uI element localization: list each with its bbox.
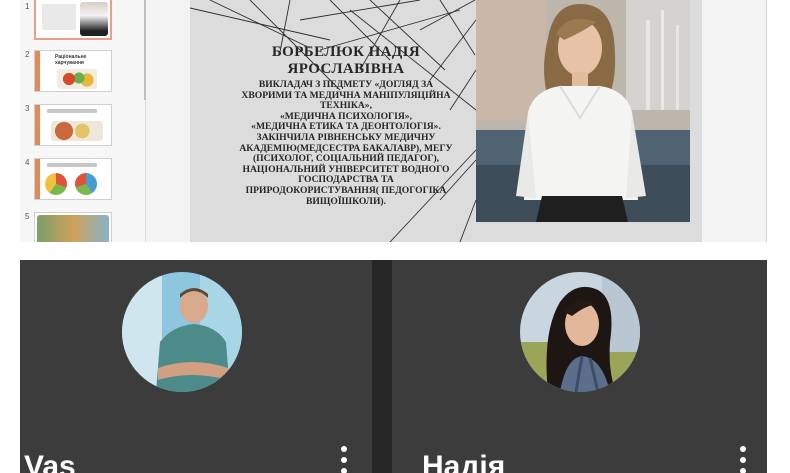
- slide-thumbnail-4[interactable]: 4: [20, 156, 146, 208]
- slide-thumbnail-3[interactable]: 3: [20, 102, 146, 154]
- thumbnail-title-line: [47, 163, 97, 167]
- thumbnail-accent-bar: [35, 51, 40, 91]
- participant-tile-nadia[interactable]: Надія: [392, 260, 767, 473]
- slide-title: БОРБЕЛЮК НАДІЯ ЯРОСЛАВІВНА: [271, 44, 421, 77]
- slide-body-line: ВИЩОЇШКОЛИ).: [305, 195, 387, 207]
- thumbnail-plate-image: [45, 173, 67, 195]
- slide-thumbnail-2[interactable]: 2 Раціональне харчування: [20, 48, 146, 100]
- thumbnail-preview: Раціональне харчування: [34, 50, 112, 92]
- thumbnail-plate-image: [75, 173, 97, 195]
- slide-body: ВИКЛАДАЧ З ПЕДМЕТУ «ДОГЛЯД ЗА ХВОРИМИ ТА…: [212, 79, 480, 207]
- avatar: [520, 272, 640, 392]
- participant-name: Vas: [24, 450, 76, 473]
- thumbnail-preview: [34, 158, 112, 200]
- slide-thumbnail-5[interactable]: 5: [20, 210, 146, 242]
- avatar: [122, 272, 242, 392]
- avatar-image: [520, 272, 640, 392]
- participant-name: Надія: [422, 450, 506, 473]
- slide-body-line: ВИКЛАДАЧ З ПЕДМЕТУ «ДОГЛЯД ЗА: [258, 79, 434, 90]
- slide-thumbnail-panel[interactable]: 1 2 Раціональне харчування 3 4 5: [20, 0, 146, 242]
- thumbnail-food-image: [51, 121, 103, 141]
- shared-presentation: 1 2 Раціональне харчування 3 4 5 БОРБЕЛЮ…: [20, 0, 767, 242]
- separator: [0, 242, 790, 260]
- thumbnail-number: 5: [25, 212, 30, 221]
- thumbnail-preview: [34, 212, 112, 242]
- tile-divider: [372, 260, 392, 473]
- slide-body-line: ЗАКІНЧИЛА РІВНЕНСЬКУ МЕДИЧНУ: [256, 131, 436, 143]
- thumbnail-number: 1: [25, 2, 30, 11]
- thumbnail-preview: [34, 0, 112, 40]
- thumbnail-number: 2: [25, 50, 30, 59]
- thumbnail-title: Раціональне харчування: [55, 54, 87, 66]
- slide-text-block: БОРБЕЛЮК НАДІЯ ЯРОСЛАВІВНА ВИКЛАДАЧ З ПЕ…: [212, 44, 480, 207]
- participant-tile-vas[interactable]: Vas: [20, 260, 372, 473]
- thumbnail-image: [37, 215, 109, 242]
- current-slide: БОРБЕЛЮК НАДІЯ ЯРОСЛАВІВНА ВИКЛАДАЧ З ПЕ…: [190, 0, 702, 242]
- slide-body-line: ПРИРОДОКОРИСТУВАННЯ( ПЕДОГОГІКА: [245, 184, 447, 196]
- thumbnail-food-image: [57, 69, 97, 89]
- thumbnail-portrait: [80, 2, 108, 36]
- more-vert-icon[interactable]: [337, 446, 351, 473]
- thumbnail-preview: [34, 104, 112, 146]
- thumbnail-number: 3: [25, 104, 30, 113]
- thumbnail-accent-bar: [35, 105, 40, 145]
- more-vert-icon[interactable]: [736, 446, 750, 473]
- slide-thumbnail-1[interactable]: 1: [20, 0, 146, 52]
- thumbnail-lines-graphic: [42, 4, 76, 30]
- portrait-photo: [476, 0, 690, 222]
- portrait-illustration: [476, 0, 690, 222]
- avatar-image: [122, 272, 242, 392]
- thumbnail-accent-bar: [35, 159, 40, 199]
- thumbnail-number: 4: [25, 158, 30, 167]
- thumbnail-title-line: [47, 109, 97, 113]
